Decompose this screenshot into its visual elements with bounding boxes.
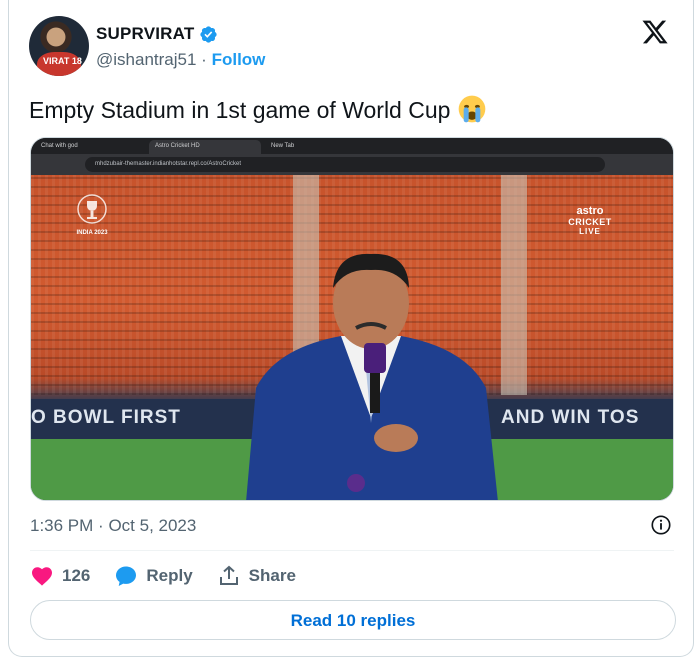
author-display-name[interactable]: SUPRVIRAT xyxy=(96,24,194,44)
tweet-media-image[interactable]: Chat with god Astro Cricket HD New Tab m… xyxy=(30,137,674,501)
browser-tab-label: Astro Cricket HD xyxy=(155,143,200,149)
timestamp-separator: · xyxy=(98,516,104,535)
broadcaster-line: astro xyxy=(576,205,604,217)
share-icon xyxy=(219,565,238,585)
verified-badge-icon xyxy=(200,25,218,43)
tweet-card: VIRAT 18 SUPRVIRAT @ishantraj51 · Follow… xyxy=(8,0,694,657)
browser-tab-label: New Tab xyxy=(271,143,295,149)
share-label: Share xyxy=(248,566,296,585)
read-replies-button[interactable]: Read 10 replies xyxy=(30,600,676,640)
chat-bubble-icon xyxy=(116,566,137,586)
divider xyxy=(30,550,674,551)
commentator-figure xyxy=(246,253,498,500)
tweet-time: 1:36 PM xyxy=(30,516,94,535)
author-handle[interactable]: @ishantraj51 xyxy=(96,50,196,69)
avatar[interactable]: VIRAT 18 xyxy=(29,16,89,76)
banner-text-left: O BOWL FIRST xyxy=(31,407,181,428)
event-logo-text: INDIA 2023 xyxy=(76,230,108,236)
reply-button[interactable]: Reply xyxy=(114,564,193,588)
handle-separator: · xyxy=(201,50,207,69)
tweet-actions: 126 Reply Share xyxy=(30,561,320,591)
browser-tab-active[interactable]: Astro Cricket HD xyxy=(149,140,261,154)
broadcaster-logo: astro CRICKET LIVE xyxy=(557,205,623,236)
banner-text-right: AND WIN TOS xyxy=(501,407,640,428)
browser-address-bar: mhdzubair-themaster.indianhotstar.repl.c… xyxy=(31,154,673,175)
share-button[interactable]: Share xyxy=(217,564,296,588)
tweet-date: Oct 5, 2023 xyxy=(108,516,197,535)
trophy-icon xyxy=(77,194,107,224)
heart-icon xyxy=(32,567,52,586)
like-count: 126 xyxy=(62,566,91,585)
tweet-body: Empty Stadium in 1st game of World Cup xyxy=(29,97,451,123)
browser-tab[interactable]: Chat with god xyxy=(35,140,145,154)
video-frame: INDIA 2023 astro CRICKET LIVE O BOWL FIR… xyxy=(31,175,673,500)
reply-label: Reply xyxy=(146,566,193,585)
avatar-jersey-text: VIRAT 18 xyxy=(43,56,82,66)
world-cup-logo: INDIA 2023 xyxy=(67,193,117,236)
browser-tab-label: Chat with god xyxy=(41,143,78,149)
browser-tab[interactable]: New Tab xyxy=(265,140,373,154)
tweet-header: VIRAT 18 SUPRVIRAT @ishantraj51 · Follow xyxy=(29,16,675,78)
browser-url: mhdzubair-themaster.indianhotstar.repl.c… xyxy=(85,157,605,172)
info-icon[interactable] xyxy=(650,514,672,536)
follow-button[interactable]: Follow xyxy=(212,50,266,69)
broadcaster-line: CRICKET xyxy=(568,217,612,227)
like-button[interactable]: 126 xyxy=(30,564,90,588)
broadcaster-line: LIVE xyxy=(579,227,601,236)
tweet-text: Empty Stadium in 1st game of World Cup xyxy=(29,94,487,124)
browser-tab-bar: Chat with god Astro Cricket HD New Tab xyxy=(31,138,673,154)
tweet-timestamp[interactable]: 1:36 PM · Oct 5, 2023 xyxy=(30,516,196,536)
x-logo-icon[interactable] xyxy=(641,18,669,46)
crying-face-emoji-icon xyxy=(458,95,486,123)
